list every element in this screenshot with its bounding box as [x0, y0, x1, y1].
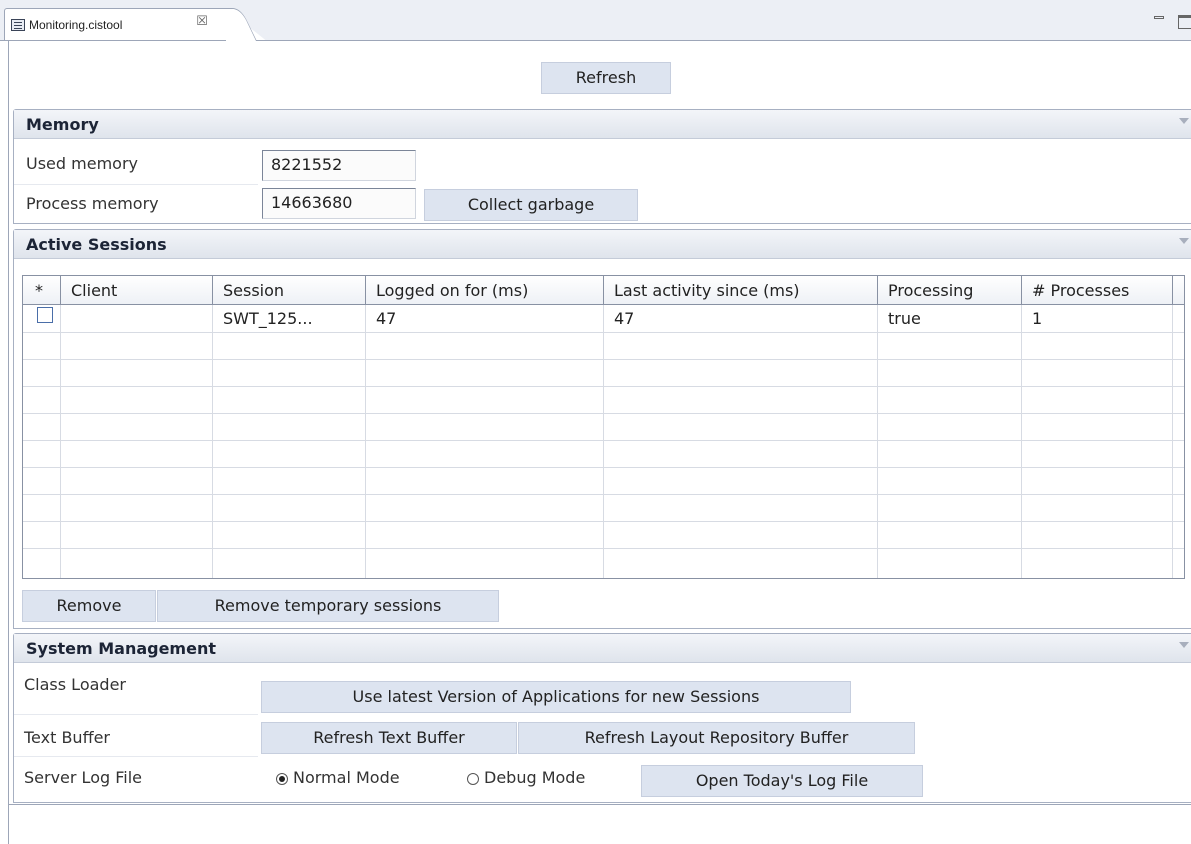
grid-line	[877, 305, 878, 578]
memory-section: Memory Used memory 8221552 Process memor…	[13, 109, 1191, 224]
refresh-layout-repository-buffer-button[interactable]: Refresh Layout Repository Buffer	[518, 722, 915, 754]
cell-last-activity: 47	[614, 309, 635, 328]
class-loader-label: Class Loader	[24, 675, 126, 694]
cell-session: SWT_125...	[223, 309, 313, 328]
editor-icon	[11, 19, 25, 31]
grid-line	[365, 305, 366, 578]
chevron-down-icon[interactable]	[1179, 238, 1189, 244]
row-divider	[14, 184, 258, 185]
column-header-processing[interactable]: Processing	[878, 276, 1022, 305]
grid-line	[23, 467, 1184, 468]
normal-mode-radio[interactable]	[276, 773, 288, 785]
sessions-section-title: Active Sessions	[26, 235, 167, 254]
row-divider	[14, 756, 258, 757]
column-header-filler	[1173, 276, 1184, 305]
use-latest-version-button[interactable]: Use latest Version of Applications for n…	[261, 681, 851, 713]
collect-garbage-button[interactable]: Collect garbage	[424, 189, 638, 221]
toolbar: Refresh	[9, 41, 1191, 103]
used-memory-label: Used memory	[26, 154, 138, 173]
server-log-file-label: Server Log File	[24, 768, 142, 787]
debug-mode-label[interactable]: Debug Mode	[484, 768, 585, 787]
refresh-text-buffer-button[interactable]: Refresh Text Buffer	[261, 722, 517, 754]
used-memory-field[interactable]: 8221552	[262, 150, 416, 181]
debug-mode-radio[interactable]	[467, 773, 479, 785]
editor-tab-strip: Monitoring.cistool ☒	[0, 0, 1191, 41]
grid-line	[603, 305, 604, 578]
grid-line	[60, 305, 61, 578]
process-memory-label: Process memory	[26, 194, 159, 213]
close-icon[interactable]: ☒	[195, 15, 209, 29]
cell-processes: 1	[1032, 309, 1043, 328]
open-todays-log-file-button[interactable]: Open Today's Log File	[641, 765, 923, 797]
grid-line	[1021, 305, 1022, 578]
chevron-down-icon[interactable]	[1179, 118, 1189, 124]
column-header-logged-on[interactable]: Logged on for (ms)	[366, 276, 604, 305]
grid-line	[23, 494, 1184, 495]
sessions-section-header[interactable]: Active Sessions	[14, 230, 1191, 259]
grid-line	[23, 413, 1184, 414]
frame-border	[8, 40, 9, 844]
system-section-title: System Management	[26, 639, 216, 658]
remove-temporary-sessions-button[interactable]: Remove temporary sessions	[157, 590, 499, 622]
row-select-checkbox[interactable]	[37, 307, 53, 323]
remove-button[interactable]: Remove	[22, 590, 156, 622]
column-header-select[interactable]: *	[23, 276, 61, 305]
grid-line	[23, 332, 1184, 333]
grid-line	[23, 440, 1184, 441]
minimize-icon[interactable]	[1154, 16, 1164, 19]
memory-section-header[interactable]: Memory	[14, 110, 1191, 139]
column-header-last-activity[interactable]: Last activity since (ms)	[604, 276, 878, 305]
refresh-button[interactable]: Refresh	[541, 62, 671, 94]
tab-edge	[226, 8, 266, 41]
chevron-down-icon[interactable]	[1179, 642, 1189, 648]
column-header-client[interactable]: Client	[61, 276, 213, 305]
maximize-icon[interactable]	[1178, 15, 1191, 29]
grid-line	[23, 359, 1184, 360]
status-area-divider	[9, 804, 1191, 805]
grid-line	[23, 386, 1184, 387]
process-memory-field[interactable]: 14663680	[262, 188, 416, 219]
sessions-table: * Client Session Logged on for (ms) Last…	[22, 275, 1185, 579]
cell-client	[61, 305, 213, 332]
tab-monitoring[interactable]: Monitoring.cistool ☒	[4, 8, 230, 40]
system-section-header[interactable]: System Management	[14, 634, 1191, 663]
grid-line	[212, 305, 213, 578]
row-divider	[14, 714, 258, 715]
grid-line	[1172, 305, 1173, 578]
cell-processing: true	[888, 309, 921, 328]
tab-title: Monitoring.cistool	[29, 18, 123, 32]
normal-mode-label[interactable]: Normal Mode	[293, 768, 400, 787]
text-buffer-label: Text Buffer	[24, 728, 111, 747]
grid-line	[23, 548, 1184, 549]
column-header-session[interactable]: Session	[213, 276, 366, 305]
grid-line	[23, 521, 1184, 522]
cell-logged-on: 47	[376, 309, 397, 328]
column-header-processes[interactable]: # Processes	[1022, 276, 1173, 305]
system-management-section: System Management Class Loader Use lates…	[13, 633, 1191, 803]
memory-section-title: Memory	[26, 115, 99, 134]
